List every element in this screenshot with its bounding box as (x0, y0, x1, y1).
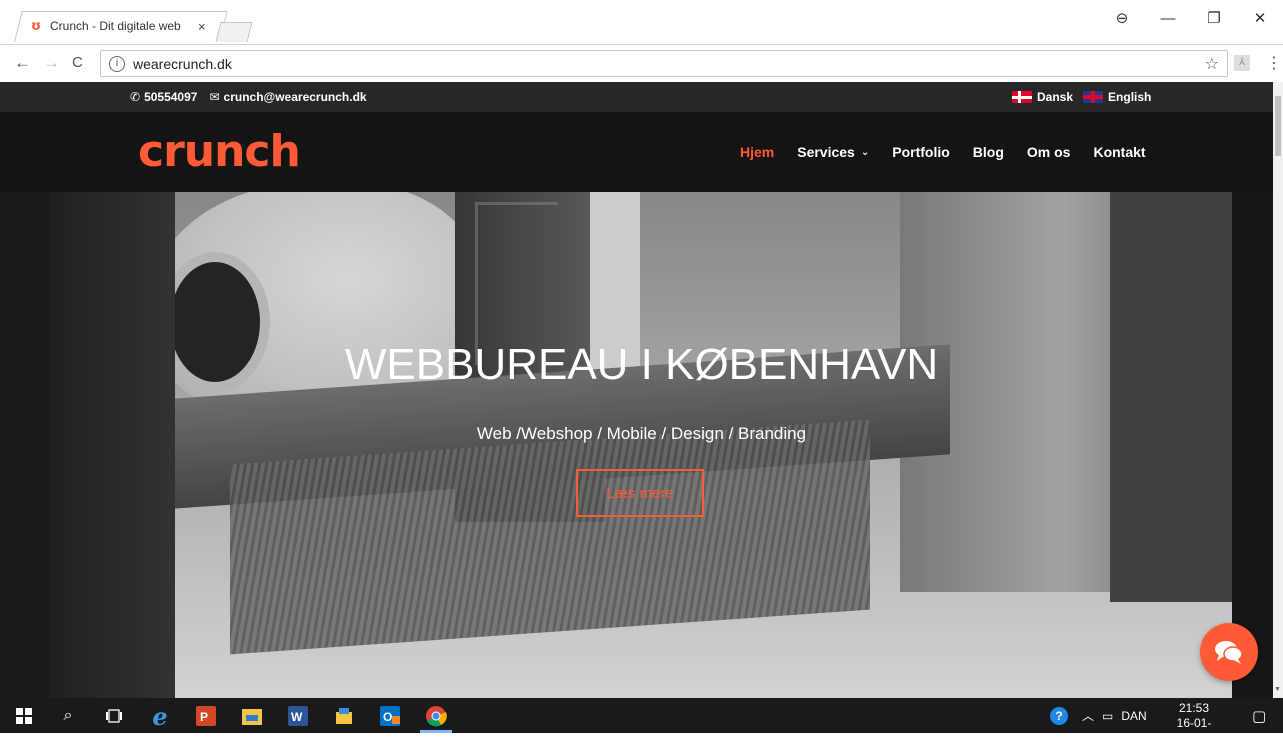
chat-bubbles-icon (1215, 641, 1243, 664)
restore-button[interactable]: ❐ (1191, 9, 1237, 27)
file-explorer-icon[interactable] (240, 704, 264, 728)
edge-browser-icon[interactable]: e (148, 702, 172, 731)
read-more-button[interactable]: Læs mere (576, 469, 704, 517)
nav-item-services[interactable]: Services ⌄ (797, 144, 869, 160)
clock-time: 21:53 (1178, 701, 1210, 715)
url-text: wearecrunch.dk (133, 55, 232, 72)
chat-button[interactable] (1200, 623, 1258, 681)
phone-icon: ✆ (130, 90, 141, 104)
word-icon[interactable]: W (286, 704, 310, 728)
site-header: crunch Hjem Services ⌄ Portfolio Blog Om … (0, 112, 1273, 192)
chevron-down-icon: ⌄ (860, 146, 870, 158)
hero-overlay (0, 192, 1273, 698)
hero-title: WEBBUREAU I KØBENHAVN (344, 340, 939, 389)
forward-button[interactable]: → (43, 53, 60, 73)
pdf-extension-icon[interactable]: ⅄ (1234, 55, 1250, 71)
page-scrollbar[interactable] (1273, 82, 1283, 698)
svg-text:W: W (291, 710, 303, 724)
nav-item-kontakt[interactable]: Kontakt (1093, 144, 1145, 160)
windows-start-icon[interactable] (12, 704, 36, 728)
phone-link[interactable]: 50554097 (144, 90, 197, 104)
bookmark-star-icon[interactable]: ☆ (1205, 54, 1219, 74)
system-clock[interactable]: 21:53 16-01-2018 (1166, 701, 1222, 746)
powerpoint-icon[interactable]: P (194, 704, 218, 728)
scroll-down-arrow-icon[interactable]: ▼ (1274, 686, 1281, 693)
hero-subtitle: Web /Webshop / Mobile / Design / Brandin… (476, 424, 807, 443)
main-nav: Hjem Services ⌄ Portfolio Blog Om os Kont… (740, 144, 1169, 160)
nav-item-hjem[interactable]: Hjem (740, 144, 774, 160)
browser-tab-content[interactable]: ʊ Crunch - Dit digitale web × (20, 11, 220, 41)
url-input[interactable]: i wearecrunch.dk ☆ (100, 50, 1228, 77)
lang-dansk[interactable]: Dansk (1037, 90, 1073, 104)
store-icon[interactable] (332, 704, 356, 728)
site-info-icon[interactable]: i (109, 55, 125, 72)
outlook-icon[interactable]: O (378, 704, 402, 728)
network-icon[interactable]: ▭ (1102, 709, 1113, 723)
email-icon: ✉ (209, 90, 220, 104)
nav-item-om-os[interactable]: Om os (1027, 144, 1071, 160)
search-icon[interactable]: ⌕ (56, 704, 80, 728)
tray-chevron-up-icon[interactable]: ︿ (1082, 707, 1094, 724)
task-view-icon[interactable] (102, 704, 126, 728)
uk-flag-icon (1083, 91, 1104, 103)
danish-flag-icon (1012, 91, 1032, 103)
contact-info: ✆ 50554097 ✉ crunch@wearecrunch.dk (130, 90, 371, 104)
back-button[interactable]: ← (14, 53, 31, 73)
browser-tab-bar: ʊ Crunch - Dit digitale web × ⊖ — ❐ ✕ (0, 0, 1283, 44)
action-center-icon[interactable]: ▢ (1252, 698, 1266, 733)
chrome-icon[interactable] (424, 704, 448, 728)
input-language[interactable]: DAN (1121, 709, 1146, 723)
new-tab-button[interactable] (215, 22, 253, 42)
minimize-button[interactable]: — (1145, 10, 1191, 27)
windows-taskbar: ⌕ e P W O ? ︿ ▭ DAN 21:53 16-01-2018 ▢ (0, 698, 1283, 745)
nav-services-label: Services (797, 144, 855, 160)
hero-section (0, 192, 1273, 698)
system-tray: ? ︿ ▭ DAN (1050, 698, 1147, 733)
clock-date: 16-01-2018 (1176, 716, 1212, 745)
nav-item-portfolio[interactable]: Portfolio (892, 144, 950, 160)
address-bar: ← → C i wearecrunch.dk ☆ ⅄ ⋮ (0, 44, 1283, 83)
tab-title: Crunch - Dit digitale web (50, 19, 181, 33)
email-link[interactable]: crunch@wearecrunch.dk (224, 90, 367, 104)
lang-english[interactable]: English (1108, 90, 1151, 104)
svg-text:O: O (383, 710, 392, 724)
window-controls: ⊖ — ❐ ✕ (1099, 0, 1283, 36)
close-window-button[interactable]: ✕ (1237, 9, 1283, 27)
crunch-favicon-icon: ʊ (30, 18, 42, 34)
tab-close-icon[interactable]: × (198, 19, 206, 34)
svg-text:P: P (200, 710, 208, 724)
reload-button[interactable]: C (72, 54, 83, 71)
site-topbar: ✆ 50554097 ✉ crunch@wearecrunch.dk Dansk… (0, 82, 1273, 112)
nav-item-blog[interactable]: Blog (973, 144, 1004, 160)
profile-icon[interactable]: ⊖ (1099, 9, 1145, 27)
help-icon[interactable]: ? (1050, 706, 1068, 725)
language-switcher: Dansk English (1012, 90, 1151, 104)
crunch-logo[interactable]: crunch (138, 126, 301, 177)
page-viewport: ✆ 50554097 ✉ crunch@wearecrunch.dk Dansk… (0, 82, 1283, 698)
browser-menu-icon[interactable]: ⋮ (1266, 53, 1282, 73)
scrollbar-thumb[interactable] (1275, 96, 1281, 156)
